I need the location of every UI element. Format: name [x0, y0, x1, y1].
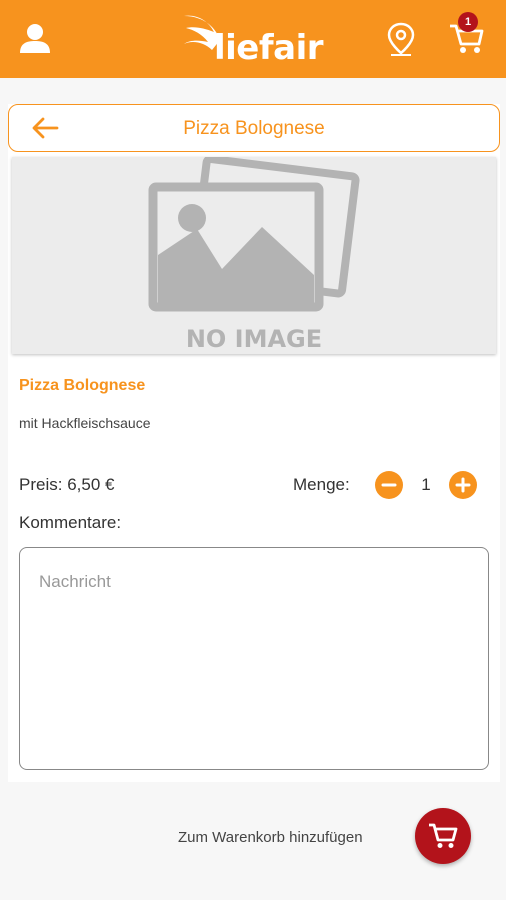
user-icon[interactable]: [18, 22, 52, 56]
price-value: 6,50 €: [67, 475, 115, 494]
brand-name: liefair: [214, 28, 324, 68]
app-header: liefair 1: [0, 0, 506, 78]
minus-icon: [381, 483, 397, 487]
cart-icon: [429, 823, 458, 848]
comment-textarea[interactable]: Nachricht: [19, 547, 489, 770]
page-title: Pizza Bolognese: [183, 118, 325, 139]
price-label: Preis:: [19, 475, 63, 494]
title-bar: Pizza Bolognese: [8, 104, 500, 152]
comment-placeholder: Nachricht: [39, 572, 111, 591]
comments-label: Kommentare:: [19, 513, 122, 532]
price-row: Preis: 6,50 €: [19, 475, 114, 495]
product-image-placeholder: NO IMAGE: [12, 157, 496, 354]
quantity-value: 1: [421, 475, 431, 494]
quantity-label: Menge:: [293, 475, 350, 494]
quantity-decrease-button[interactable]: [375, 471, 403, 499]
product-description: mit Hackfleischsauce: [19, 415, 151, 431]
add-to-cart-button[interactable]: [415, 808, 471, 864]
add-to-cart-label: Zum Warenkorb hinzufügen: [178, 829, 363, 846]
no-image-label: NO IMAGE: [185, 325, 323, 353]
location-pin-icon[interactable]: [386, 22, 416, 58]
cart-count-badge: 1: [458, 12, 478, 32]
quantity-increase-button[interactable]: [449, 471, 477, 499]
plus-icon: [455, 477, 471, 493]
product-name: Pizza Bolognese: [19, 377, 146, 394]
